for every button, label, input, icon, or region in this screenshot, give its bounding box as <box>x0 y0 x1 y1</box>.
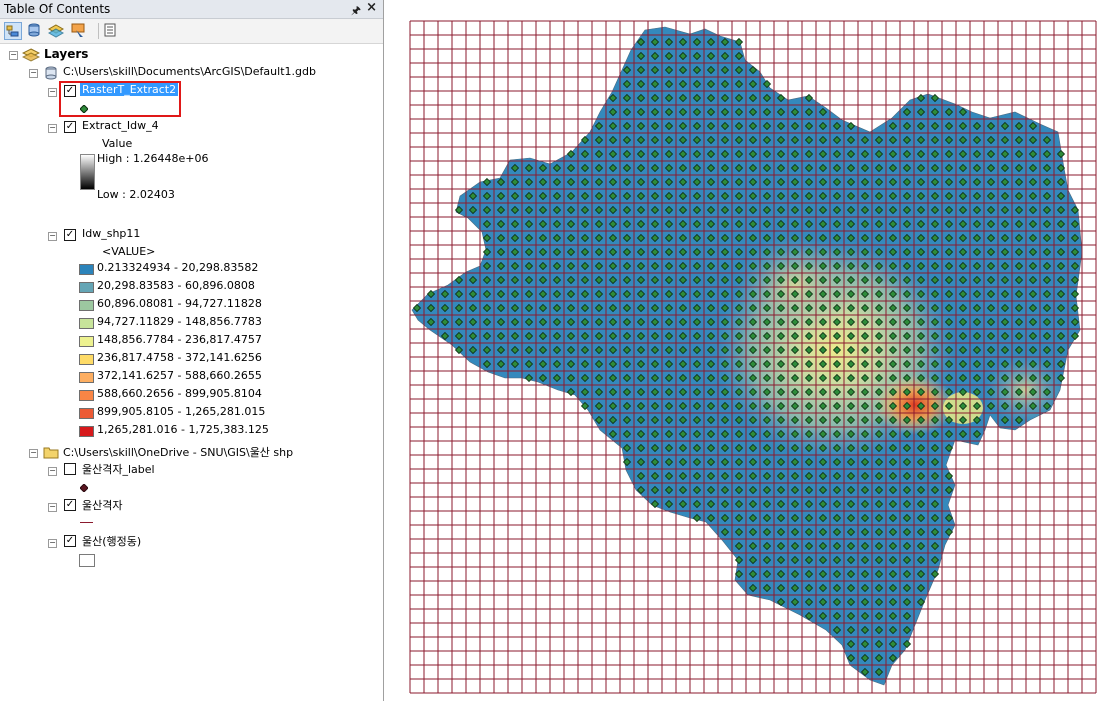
grid-label-layer-label[interactable]: 울산격자_label <box>82 461 155 477</box>
idw-checkbox[interactable]: ✓ <box>64 229 76 241</box>
folder-icon <box>43 445 59 462</box>
idw-class-label: 588,660.2656 - 899,905.8104 <box>97 387 262 400</box>
selection-highlight-box <box>59 81 181 117</box>
layers-root-label[interactable]: Layers <box>44 47 88 61</box>
extract-idw-checkbox[interactable]: ✓ <box>64 121 76 133</box>
collapse-admin-toggle[interactable]: − <box>48 539 57 548</box>
grid-checkbox[interactable]: ✓ <box>64 499 76 511</box>
idw-field-label: <VALUE> <box>102 245 156 258</box>
idw-class-swatch <box>79 390 94 401</box>
idw-class-label: 94,727.11829 - 148,856.7783 <box>97 315 262 328</box>
collapse-grid-toggle[interactable]: − <box>48 503 57 512</box>
toc-title: Table Of Contents <box>4 2 111 16</box>
idw-class-label: 236,817.4758 - 372,141.6256 <box>97 351 262 364</box>
peak-area <box>875 375 955 435</box>
close-icon[interactable]: × <box>366 0 377 15</box>
idw-class-label: 0.213324934 - 20,298.83582 <box>97 261 259 274</box>
idw-class-swatch <box>79 336 94 347</box>
extract-idw-layer-label[interactable]: Extract_Idw_4 <box>82 119 159 132</box>
list-by-drawing-order-icon[interactable] <box>4 22 22 40</box>
admin-checkbox[interactable]: ✓ <box>64 535 76 547</box>
collapse-layers-toggle[interactable]: − <box>9 51 18 60</box>
collapse-shp-folder-toggle[interactable]: − <box>29 449 38 458</box>
map-canvas[interactable] <box>384 0 1107 701</box>
idw-class-label: 1,265,281.016 - 1,725,383.125 <box>97 423 269 436</box>
collapse-gdb-toggle[interactable]: − <box>29 69 38 78</box>
stretch-ramp-swatch <box>80 154 95 190</box>
idw-class-swatch <box>79 426 94 437</box>
idw-class-swatch <box>79 354 94 365</box>
grid-layer-label[interactable]: 울산격자 <box>82 497 122 513</box>
value-heading: Value <box>102 137 133 150</box>
idw-class-swatch <box>79 318 94 329</box>
idw-class-swatch <box>79 372 94 383</box>
list-by-visibility-icon[interactable] <box>47 22 66 40</box>
table-of-contents-panel: Table Of Contents 🖈 × − Layers − C:\User… <box>0 0 384 701</box>
warm-area-east <box>985 355 1065 425</box>
options-icon[interactable] <box>102 22 120 40</box>
map-view[interactable] <box>384 0 1107 701</box>
idw-class-swatch <box>79 264 94 275</box>
idw-class-swatch <box>79 282 94 293</box>
collapse-grid-label-toggle[interactable]: − <box>48 467 57 476</box>
idw-class-label: 899,905.8105 - 1,265,281.015 <box>97 405 266 418</box>
idw-class-label: 20,298.83583 - 60,896.0808 <box>97 279 255 292</box>
toolbar-separator <box>98 23 99 39</box>
idw-class-swatch <box>79 408 94 419</box>
list-by-source-icon[interactable] <box>26 22 44 40</box>
high-value-label: High : 1.26448e+06 <box>97 152 209 165</box>
toc-titlebar: Table Of Contents 🖈 × <box>0 0 383 19</box>
idw-class-label: 148,856.7784 - 236,817.4757 <box>97 333 262 346</box>
line-symbol-swatch <box>80 522 93 523</box>
collapse-raster-extract-toggle[interactable]: − <box>48 88 57 97</box>
list-by-selection-icon[interactable] <box>70 22 88 40</box>
admin-layer-label[interactable]: 울산(행정동) <box>82 533 141 549</box>
collapse-idw-toggle[interactable]: − <box>48 232 57 241</box>
geodatabase-icon <box>44 66 58 83</box>
polygon-symbol-swatch <box>79 554 95 567</box>
idw-class-label: 372,141.6257 - 588,660.2655 <box>97 369 262 382</box>
shp-folder-path-label[interactable]: C:\Users\skill\OneDrive - SNU\GIS\울산 shp <box>63 444 293 460</box>
gdb-path-label[interactable]: C:\Users\skill\Documents\ArcGIS\Default1… <box>63 65 316 78</box>
toc-toolbar <box>0 19 383 44</box>
grid-label-checkbox[interactable] <box>64 463 76 475</box>
idw-class-label: 60,896.08081 - 94,727.11828 <box>97 297 262 310</box>
collapse-extract-idw-toggle[interactable]: − <box>48 124 57 133</box>
low-value-label: Low : 2.02403 <box>97 188 175 201</box>
point-symbol-dark-icon <box>79 482 89 495</box>
idw-class-swatch <box>79 300 94 311</box>
idw-layer-label[interactable]: Idw_shp11 <box>82 227 140 240</box>
layers-icon <box>21 47 41 66</box>
